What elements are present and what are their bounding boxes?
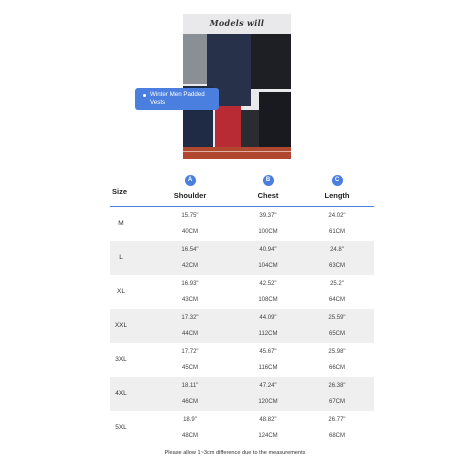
chest-cm: 100CM <box>258 229 278 235</box>
table-row: XL 16.93" 43CM 42.52" 108CM 25.2" 64CM <box>110 275 374 309</box>
badge-a-icon: A <box>184 175 196 186</box>
measurement-note: Please allow 1~3cm difference due to the… <box>164 450 306 456</box>
size-column-header: Size <box>112 187 128 196</box>
badge-b-icon: B <box>262 175 274 186</box>
length-label: Length <box>324 191 350 200</box>
length-cm: 67CM <box>328 399 345 405</box>
table-row: 3XL 17.72" 45CM 45.67" 116CM 25.98" 66CM <box>110 343 374 377</box>
length-cm: 66CM <box>328 365 345 371</box>
model-photo-black-jacket <box>251 34 291 89</box>
size-cell: M <box>118 220 124 227</box>
length-cm: 64CM <box>328 297 345 303</box>
chest-cm: 116CM <box>258 365 278 371</box>
table-row: 4XL 18.11" 46CM 47.24" 120CM 26.38" 67CM <box>110 377 374 411</box>
length-column-header: C Length <box>307 175 367 200</box>
length-cm: 68CM <box>328 433 345 439</box>
chest-cm: 124CM <box>258 433 278 439</box>
table-row: 5XL 18.9" 48CM 48.82" 124CM 26.77" 68CM <box>110 411 374 445</box>
shoulder-inch: 16.54" <box>181 247 199 253</box>
chest-cm: 108CM <box>258 297 278 303</box>
shoulder-cm: 45CM <box>181 365 198 371</box>
length-cm: 63CM <box>328 263 345 269</box>
shoulder-inch: 18.11" <box>181 383 199 389</box>
table-row: XXL 17.32" 44CM 44.09" 112CM 25.59" 65CM <box>110 309 374 343</box>
running-track <box>183 147 291 159</box>
length-cm: 65CM <box>328 331 345 337</box>
chest-cm: 104CM <box>258 263 278 269</box>
chest-inch: 47.24" <box>259 383 277 389</box>
shoulder-cm: 42CM <box>181 263 198 269</box>
size-cell: 4XL <box>115 390 127 397</box>
chest-cm: 120CM <box>258 399 278 405</box>
product-tooltip[interactable]: Winter Men Padded Vests <box>135 88 219 110</box>
badge-c-icon: C <box>331 175 343 186</box>
shoulder-inch: 16.93" <box>181 281 199 287</box>
chest-column-header: B Chest <box>238 175 298 200</box>
shoulder-inch: 17.72" <box>181 349 199 355</box>
table-row: L 16.54" 42CM 40.94" 104CM 24.8" 63CM <box>110 241 374 275</box>
collage-subtitle: ··· <box>235 28 239 32</box>
chest-inch: 39.37" <box>259 213 277 219</box>
shoulder-cm: 40CM <box>181 229 198 235</box>
size-cell: L <box>119 254 123 261</box>
length-inch: 25.98" <box>328 349 346 355</box>
length-inch: 24.8" <box>330 247 344 253</box>
chest-cm: 112CM <box>258 331 278 337</box>
table-row: M 15.75" 40CM 39.37" 100CM 24.02" 61CM <box>110 207 374 241</box>
chest-inch: 44.09" <box>259 315 277 321</box>
chest-inch: 40.94" <box>259 247 277 253</box>
chest-inch: 42.52" <box>259 281 277 287</box>
length-cm: 61CM <box>328 229 345 235</box>
length-inch: 25.2" <box>330 281 344 287</box>
shoulder-inch: 17.32" <box>181 315 199 321</box>
size-cell: XXL <box>114 322 128 329</box>
chest-inch: 45.67" <box>259 349 277 355</box>
size-cell: 5XL <box>115 424 127 431</box>
shoulder-cm: 46CM <box>181 399 198 405</box>
length-inch: 26.38" <box>328 383 346 389</box>
length-inch: 26.77" <box>328 417 346 423</box>
tooltip-label: Winter Men Padded Vests <box>150 91 205 106</box>
shoulder-inch: 15.75" <box>181 213 199 219</box>
shoulder-label: Shoulder <box>173 191 207 200</box>
shoulder-cm: 48CM <box>181 433 198 439</box>
model-photo-black-puffer <box>259 92 291 154</box>
chest-inch: 48.82" <box>259 417 277 423</box>
product-collage-image[interactable]: Models will ··· <box>183 14 291 159</box>
bullet-dot-icon <box>143 94 146 97</box>
shoulder-cm: 43CM <box>181 297 198 303</box>
length-inch: 24.02" <box>328 213 346 219</box>
shoulder-cm: 44CM <box>181 331 198 337</box>
collage-title: Models will <box>209 18 265 28</box>
shoulder-column-header: A Shoulder <box>160 175 220 200</box>
shoulder-inch: 18.9" <box>183 417 197 423</box>
size-cell: 3XL <box>115 356 127 363</box>
model-photo-grey-vest <box>183 34 207 84</box>
chest-label: Chest <box>257 191 279 200</box>
size-cell: XL <box>117 288 125 295</box>
length-inch: 25.59" <box>328 315 346 321</box>
